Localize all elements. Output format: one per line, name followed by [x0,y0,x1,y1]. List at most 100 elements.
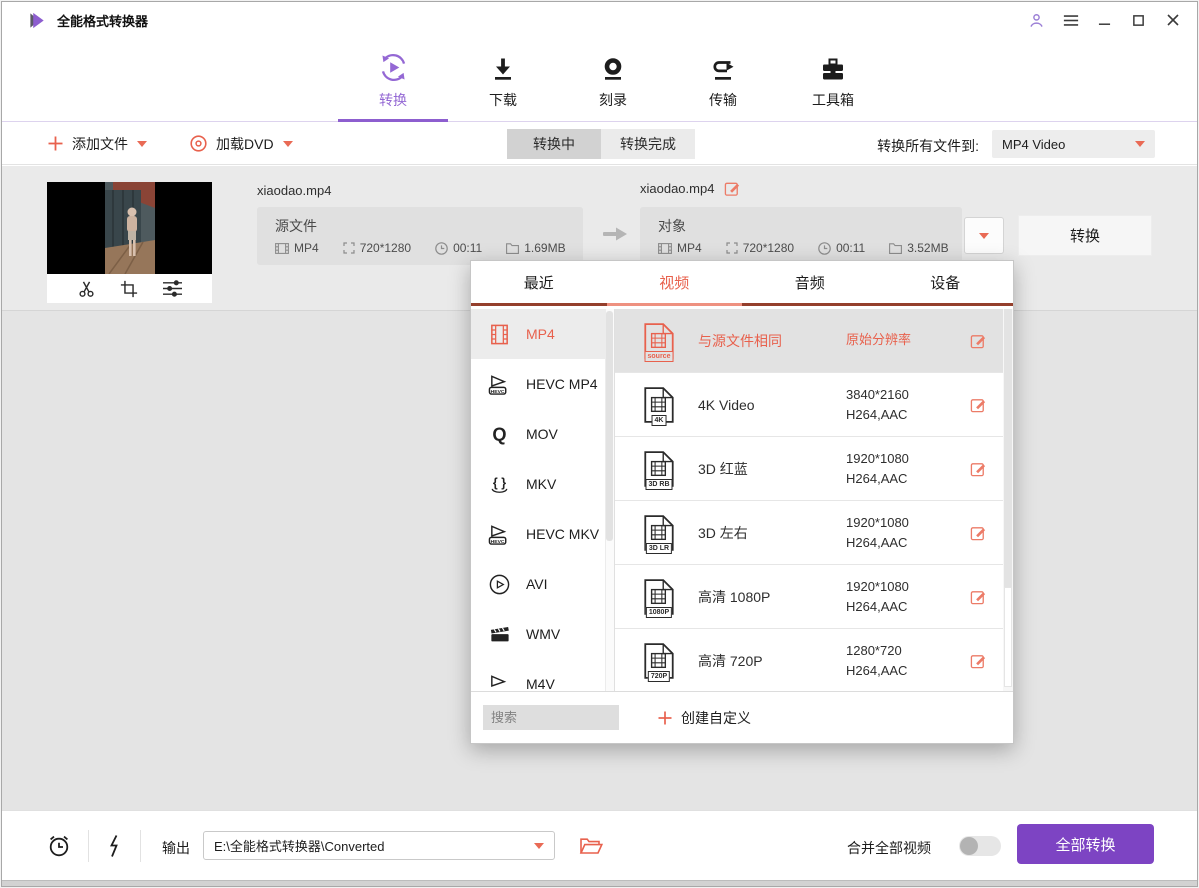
1080p-preset-icon: 1080P [642,578,676,616]
dvd-icon [190,135,207,152]
edit-preset-icon[interactable] [970,332,987,349]
divider [140,830,141,862]
toolbar: 添加文件 加载DVD 转换中 转换完成 转换所有文件到: MP4 Video [2,123,1197,165]
nav-tab-transfer[interactable]: 传输 [693,48,753,110]
schedule-alarm-icon[interactable] [46,833,72,859]
resolution-chip: 720*1280 [726,241,794,255]
resolution-chip: 720*1280 [343,241,411,255]
crop-icon[interactable] [120,280,138,298]
download-icon [489,48,517,84]
burn-disc-icon [599,48,627,84]
convert-all-button[interactable]: 全部转换 [1017,824,1154,864]
search-input[interactable] [483,705,619,730]
format-item-wmv[interactable]: WMV [471,609,614,659]
app-title: 全能格式转换器 [57,11,148,30]
minimize-button[interactable] [1096,12,1113,29]
high-speed-bolt-icon[interactable] [106,834,122,858]
window-controls [1028,2,1181,38]
edit-preset-icon[interactable] [970,652,987,669]
film-icon [275,243,289,254]
source-preset-icon: source [642,322,676,360]
app-logo-icon [28,11,47,30]
preset-row-4k[interactable]: 4K 4K Video 3840*2160 H264,AAC [615,373,1013,437]
resolution-icon [343,242,355,254]
edit-preset-icon[interactable] [970,588,987,605]
merge-all-toggle[interactable] [959,836,1001,856]
target-format-dropdown-button[interactable] [964,217,1004,254]
format-item-mov[interactable]: Q MOV [471,409,614,459]
size-chip: 3.52MB [889,241,948,255]
titlebar: 全能格式转换器 [2,2,1197,38]
preset-row-720p[interactable]: 720P 高清 720P 1280*720 H264,AAC [615,629,1013,691]
main-nav: 转换 下载 刻录 [2,38,1197,122]
chevron-down-icon [137,141,147,147]
output-format-select[interactable]: MP4 Video [992,130,1155,158]
format-chip: MP4 [275,241,319,255]
format-item-hevc-mkv[interactable]: HEVC HEVC MKV [471,509,614,559]
open-output-folder-icon[interactable] [579,837,603,855]
format-popup-footer: 创建自定义 [471,691,1013,743]
tab-converting[interactable]: 转换中 [507,129,601,159]
create-custom-button[interactable]: 创建自定义 [658,708,751,728]
nav-tab-download[interactable]: 下载 [473,48,533,110]
preset-row-3d-lr[interactable]: 3D LR 3D 左右 1920*1080 H264,AAC [615,501,1013,565]
output-path-select[interactable]: E:\全能格式转换器\Converted [203,831,555,860]
source-info-panel: 源文件 MP4 720*1280 00:11 [257,207,583,265]
3d-lr-preset-icon: 3D LR [642,514,676,552]
folder-icon [506,243,519,254]
edit-preset-icon[interactable] [970,524,987,541]
maximize-button[interactable] [1130,12,1147,29]
format-item-hevc-mp4[interactable]: HEVC HEVC MP4 [471,359,614,409]
format-popup-tabs: 最近 视频 音频 设备 [471,261,1013,306]
tab-video[interactable]: 视频 [607,261,743,303]
edit-preset-icon[interactable] [970,396,987,413]
output-label: 输出 [162,838,190,858]
4k-preset-icon: 4K [642,386,676,424]
chevron-down-icon [1135,141,1145,147]
target-file-name: xiaodao.mp4 [640,181,714,196]
load-dvd-button[interactable]: 加载DVD [190,123,293,164]
preset-row-3d-rb[interactable]: 3D RB 3D 红蓝 1920*1080 H264,AAC [615,437,1013,501]
close-button[interactable] [1164,12,1181,29]
nav-tab-convert[interactable]: 转换 [363,48,423,110]
svg-text:HEVC: HEVC [491,388,505,394]
effects-sliders-icon[interactable] [162,279,183,298]
preset-row-1080p[interactable]: 1080P 高清 1080P 1920*1080 H264,AAC [615,565,1013,629]
add-file-button[interactable]: 添加文件 [48,123,147,164]
format-item-mp4[interactable]: MP4 [471,309,614,359]
preset-row-source[interactable]: source 与源文件相同 原始分辨率 [615,309,1013,373]
trim-scissors-icon[interactable] [77,279,96,298]
m4v-play-icon [486,671,513,692]
format-item-mkv[interactable]: { } MKV [471,459,614,509]
film-icon [658,243,672,254]
nav-tab-burn[interactable]: 刻录 [583,48,643,110]
convert-button[interactable]: 转换 [1018,215,1152,256]
menu-icon[interactable] [1062,12,1079,29]
plus-icon [658,711,672,725]
toolbox-icon [819,48,847,84]
tab-recent[interactable]: 最近 [471,261,607,303]
target-panel-title: 对象 [658,216,962,236]
format-item-m4v[interactable]: M4V [471,659,614,691]
user-account-icon[interactable] [1028,12,1045,29]
active-nav-underline [338,119,448,122]
preset-list-scrollbar[interactable] [1003,309,1013,691]
size-chip: 1.69MB [506,241,565,255]
tab-converted[interactable]: 转换完成 [601,129,695,159]
hevc-play-icon: HEVC [486,521,513,548]
rename-edit-icon[interactable] [724,180,741,197]
tab-device[interactable]: 设备 [878,261,1014,303]
chevron-down-icon [534,843,544,849]
tab-audio[interactable]: 音频 [742,261,878,303]
avi-play-circle-icon [486,571,513,598]
nav-tab-toolbox[interactable]: 工具箱 [803,48,863,110]
mkv-braces-icon: { } [486,471,513,498]
transfer-icon [709,48,737,84]
convert-icon [377,48,410,84]
format-list-scrollbar[interactable] [605,309,614,691]
target-info-panel: 对象 MP4 720*1280 00:11 [640,207,962,265]
clip-toolbar [47,274,212,303]
format-item-avi[interactable]: AVI [471,559,614,609]
edit-preset-icon[interactable] [970,460,987,477]
mp4-film-icon [486,321,513,348]
